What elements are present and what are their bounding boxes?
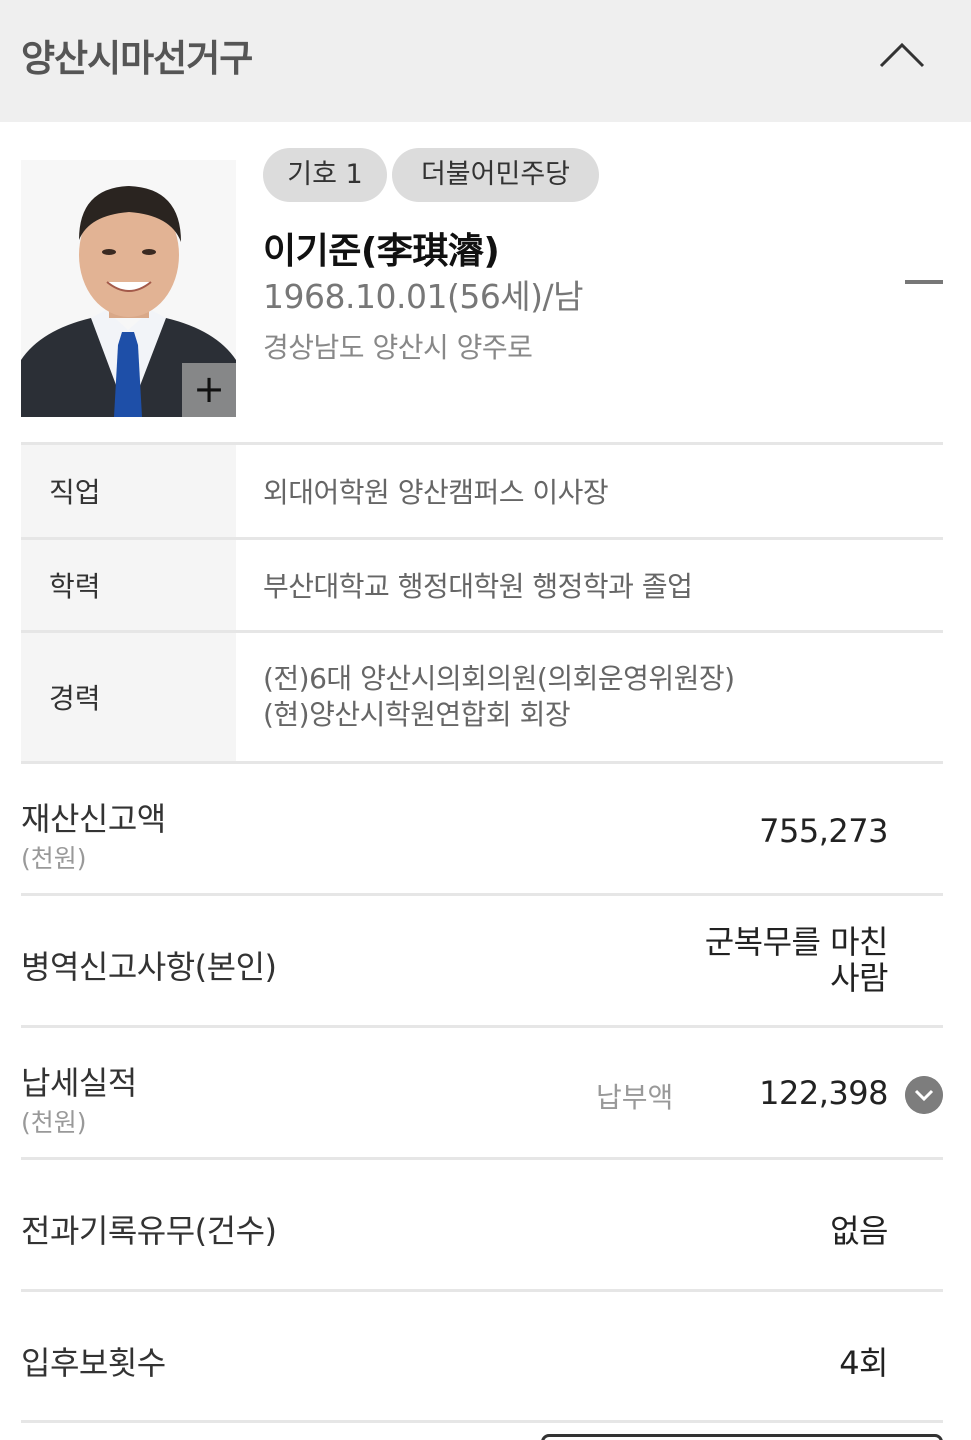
section-header[interactable]: 양산시마선거구 — [0, 0, 971, 122]
stat-row-tax: 납세실적 (천원) 납부액 122,398 — [21, 1025, 943, 1157]
tax-paid-label: 납부액 — [596, 1081, 674, 1114]
candidate-number-badge: 기호 1 — [263, 148, 387, 202]
tax-label: 납세실적 — [21, 1064, 137, 1102]
stat-row-criminal: 전과기록유무(건수) 없음 — [21, 1157, 943, 1289]
property-value: 755,273 — [759, 812, 888, 850]
stat-row-military: 병역신고사항(본인) 군복무를 마친 사람 — [21, 893, 943, 1025]
candidate-photo: + — [21, 160, 236, 417]
stat-row-candidacy: 입후보횟수 4회 — [21, 1289, 943, 1420]
info-row-career: 경력 (전)6대 양산시의회의원(의회운영위원장) (현)양산시학원연합회 회장 — [21, 630, 943, 761]
criminal-label: 전과기록유무(건수) — [21, 1212, 277, 1250]
candidate-birth-gender: 1968.10.01(56세)/남 — [263, 277, 584, 316]
collapse-minus-icon[interactable] — [905, 280, 943, 284]
education-label: 학력 — [21, 540, 236, 630]
candidate-address: 경상남도 양산시 양주로 — [263, 331, 533, 364]
info-row-education: 학력 부산대학교 행정대학원 행정학과 졸업 — [21, 537, 943, 630]
info-row-job: 직업 외대어학원 양산캠퍼스 이사장 — [21, 442, 943, 537]
bottom-action-button[interactable] — [541, 1434, 943, 1440]
chevron-up-icon[interactable] — [878, 40, 926, 70]
district-title: 양산시마선거구 — [21, 37, 253, 80]
property-unit: (천원) — [21, 844, 87, 873]
property-label: 재산신고액 — [21, 800, 166, 838]
candidacy-value: 4회 — [839, 1344, 888, 1382]
military-line-2: 사람 — [830, 959, 888, 997]
photo-expand-button[interactable]: + — [182, 363, 236, 417]
job-value: 외대어학원 양산캠퍼스 이사장 — [263, 476, 609, 509]
military-label: 병역신고사항(본인) — [21, 948, 277, 986]
criminal-value: 없음 — [830, 1212, 888, 1250]
candidacy-label: 입후보횟수 — [21, 1344, 166, 1382]
tax-value: 122,398 — [759, 1074, 888, 1112]
candidate-name: 이기준(李琪濬) — [263, 231, 500, 272]
tax-unit: (천원) — [21, 1108, 87, 1137]
military-line-1: 군복무를 마친 — [704, 923, 889, 961]
bottom-divider — [21, 1420, 943, 1423]
education-value: 부산대학교 행정대학원 행정학과 졸업 — [263, 570, 693, 603]
job-label: 직업 — [21, 445, 236, 537]
chevron-down-icon[interactable] — [905, 1076, 943, 1114]
career-label: 경력 — [21, 633, 236, 761]
career-line-1: (전)6대 양산시의회의원(의회운영위원장) — [263, 662, 735, 695]
career-value: (전)6대 양산시의회의원(의회운영위원장) (현)양산시학원연합회 회장 — [263, 633, 943, 761]
military-value: 군복무를 마친 사람 — [704, 923, 889, 997]
stat-row-property: 재산신고액 (천원) 755,273 — [21, 761, 943, 893]
party-badge: 더불어민주당 — [392, 148, 599, 202]
career-line-2: (현)양산시학원연합회 회장 — [263, 698, 571, 731]
